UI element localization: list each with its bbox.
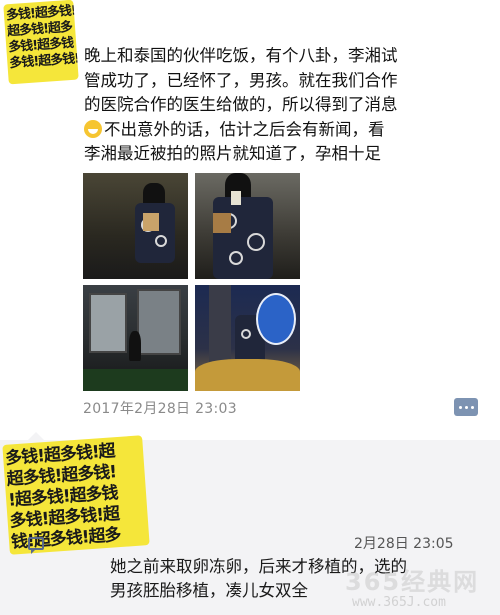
post-photo-2[interactable] (195, 173, 300, 279)
post-line: 不出意外的话，估计之后会有新闻，看 (84, 118, 484, 143)
watermark-logo: 365经典网 (345, 568, 480, 596)
inset-portrait (256, 293, 296, 345)
comment-timestamp: 2月28日 23:05 (354, 536, 454, 552)
post-body: 晚上和泰国的伙伴吃饭，有个八卦，李湘试 管成功了，已经怀了，男孩。就在我们合作 … (84, 44, 484, 167)
avatar-text: 多钱!超多钱!超 (8, 50, 79, 72)
comment-avatar[interactable]: 多钱!超多钱!超 超多钱!超多钱! !超多钱!超多钱 多钱!超多钱!超 钱!超多… (2, 435, 150, 555)
grin-emoji-icon (84, 119, 102, 138)
post-line: 的医院合作的医生给做的，所以得到了消息 (84, 95, 398, 114)
post-timestamp: 2017年2月28日 23:03 (83, 401, 237, 417)
comment-icon[interactable] (28, 537, 44, 554)
post-avatar[interactable]: 多钱!超多钱!超 超多钱!超多 多钱!超多钱 多钱!超多钱!超 (3, 0, 79, 85)
watermark-url: www.365J.com (352, 595, 446, 610)
post-line: 管成功了，已经怀了，男孩。就在我们合作 (84, 70, 398, 90)
post-line: 李湘最近被拍的照片就知道了，孕相十足 (84, 144, 381, 163)
more-dots-icon[interactable] (454, 398, 478, 416)
post-photo-1[interactable] (83, 173, 188, 279)
post-photo-3[interactable] (83, 285, 188, 391)
post-line: 晚上和泰国的伙伴吃饭，有个八卦，李湘试 (84, 46, 398, 65)
post-line-text: 不出意外的话，估计之后会有新闻，看 (104, 119, 385, 139)
post-photo-4[interactable] (195, 285, 300, 391)
